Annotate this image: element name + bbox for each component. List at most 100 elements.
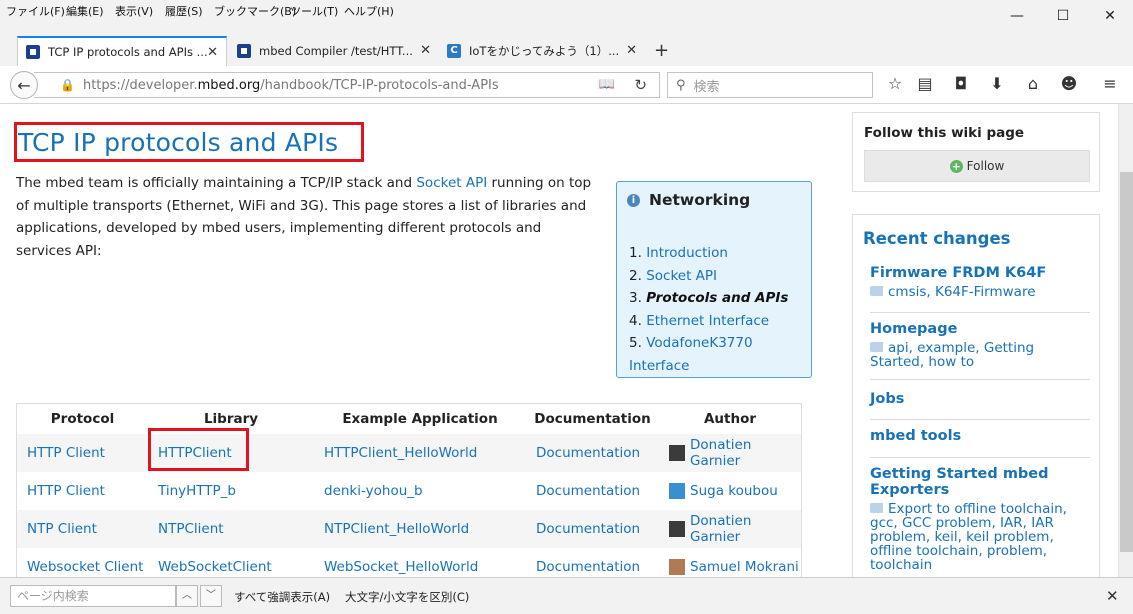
library-cell[interactable]: NTPClient (148, 510, 314, 548)
hamburger-menu-icon[interactable]: ≡ (1098, 74, 1122, 96)
info-icon: i (627, 193, 640, 207)
plus-icon: + (949, 159, 963, 173)
home-icon[interactable]: ⌂ (1021, 74, 1045, 96)
tag-icon (870, 342, 883, 352)
menu-edit[interactable]: 編集(E) (66, 3, 104, 19)
nav-bar: 🔒 https://developer.mbed.org/handbook/TC… (0, 66, 1133, 104)
menu-history[interactable]: 履歴(S) (165, 3, 203, 19)
new-tab-button[interactable]: + (654, 40, 669, 61)
follow-button[interactable]: + Follow (864, 150, 1090, 182)
recent-item[interactable]: mbed tools (870, 428, 1090, 458)
documentation-cell[interactable]: Documentation (526, 434, 659, 472)
recent-item[interactable]: Jobs (870, 391, 1090, 420)
tab-close-icon[interactable]: ✕ (207, 45, 218, 60)
author-name[interactable]: Suga koubou (690, 483, 778, 499)
menu-bookmarks[interactable]: ブックマーク(B) (214, 3, 296, 19)
example-cell[interactable]: HTTPClient_HelloWorld (314, 434, 526, 472)
tab-close-icon[interactable]: ✕ (420, 43, 431, 58)
author-name[interactable]: Donatien Garnier (690, 437, 801, 469)
documentation-cell[interactable]: Documentation (526, 472, 659, 510)
reader-view-icon[interactable]: 📖 (599, 77, 615, 92)
example-cell[interactable]: NTPClient_HelloWorld (314, 510, 526, 548)
socket-api-link[interactable]: Socket API (416, 175, 487, 191)
follow-label: Follow this wiki page (864, 125, 1025, 141)
networking-list: 1. Introduction 2. Socket API 3. Protoco… (629, 242, 811, 377)
avatar (669, 559, 685, 575)
follow-panel: Follow this wiki page + Follow (852, 112, 1100, 192)
networking-item[interactable]: 2. Socket API (629, 265, 811, 288)
recent-item[interactable]: Getting Started mbed Exporters Export to… (870, 466, 1090, 577)
protocol-cell[interactable]: NTP Client (17, 510, 148, 548)
recent-changes-title: Recent changes (863, 229, 1011, 248)
smiley-icon[interactable]: ☻ (1057, 74, 1081, 96)
library-highlight-box (148, 428, 249, 471)
table-row: HTTP Client HTTPClient HTTPClient_HelloWor… (17, 434, 801, 472)
page-scrollbar[interactable] (1118, 104, 1133, 577)
col-protocol: Protocol (50, 411, 115, 427)
mbed-favicon-icon (237, 44, 251, 58)
url-bar[interactable]: 🔒 https://developer.mbed.org/handbook/TC… (34, 72, 660, 98)
author-cell[interactable]: Samuel Mokrani (659, 548, 801, 577)
recent-item[interactable]: Firmware FRDM K64F cmsis, K64F-Firmware (870, 265, 1090, 313)
tab-close-icon[interactable]: ✕ (626, 43, 637, 58)
table-body: HTTP Client HTTPClient HTTPClient_HelloWor… (17, 434, 801, 577)
networking-item-current: 3. Protocols and APIs (629, 290, 789, 306)
search-icon: ⚲ (676, 77, 686, 93)
author-cell[interactable]: Suga koubou (659, 472, 801, 510)
find-bar: ページ内検索 ︿ ﹀ すべて強調表示(A) 大文字/小文字を区別(C) ✕ (0, 577, 1133, 614)
page-content: TCP IP protocols and APIs The mbed team … (0, 104, 1118, 577)
networking-item[interactable]: 1. Introduction (629, 242, 811, 265)
find-previous-button[interactable]: ︿ (176, 585, 198, 607)
table-row: HTTP Client TinyHTTP_b denki-yohou_b Docume… (17, 472, 801, 510)
protocol-cell[interactable]: Websocket Client (17, 548, 148, 577)
documentation-cell[interactable]: Documentation (526, 510, 659, 548)
author-cell[interactable]: Donatien Garnier (659, 434, 801, 472)
reading-list-icon[interactable]: ▤ (913, 74, 937, 96)
example-cell[interactable]: denki-yohou_b (314, 472, 526, 510)
author-cell[interactable]: Donatien Garnier (659, 510, 801, 548)
author-name[interactable]: Samuel Mokrani (690, 559, 799, 575)
reload-icon[interactable]: ↻ (634, 76, 647, 94)
find-next-button[interactable]: ﹀ (200, 585, 222, 607)
protocol-cell[interactable]: HTTP Client (17, 434, 148, 472)
col-documentation: Documentation (534, 411, 651, 427)
recent-changes-panel: Recent changes Firmware FRDM K64F cmsis,… (852, 214, 1100, 577)
library-cell[interactable]: WebSocketClient (148, 548, 314, 577)
networking-item[interactable]: 5. VodafoneK3770 Interface (629, 332, 811, 377)
back-button[interactable]: ← (10, 71, 38, 99)
library-cell[interactable]: TinyHTTP_b (148, 472, 314, 510)
match-case-toggle[interactable]: 大文字/小文字を区別(C) (345, 589, 469, 605)
col-example: Example Application (342, 411, 498, 427)
tag-icon (870, 286, 883, 296)
networking-item[interactable]: 4. Ethernet Interface (629, 310, 811, 333)
bookmark-star-icon[interactable]: ☆ (883, 74, 907, 96)
tab-title: IoTをかじってみよう（1）... (469, 44, 620, 58)
find-close-icon[interactable]: ✕ (1106, 587, 1119, 605)
example-cell[interactable]: WebSocket_HelloWorld (314, 548, 526, 577)
documentation-cell[interactable]: Documentation (526, 548, 659, 577)
menu-help[interactable]: ヘルプ(H) (344, 3, 394, 19)
pocket-icon[interactable]: ◘ (949, 74, 973, 96)
tab-iot[interactable]: C IoTをかじってみよう（1）... ✕ (439, 36, 645, 66)
highlight-all-toggle[interactable]: すべて強調表示(A) (234, 589, 330, 605)
tab-strip: TCP IP protocols and APIs ... ✕ mbed Com… (0, 22, 1133, 66)
search-bar[interactable]: ⚲ 検索 (667, 72, 873, 98)
recent-item[interactable]: Homepage api, example, Getting Started, … (870, 321, 1090, 380)
author-name[interactable]: Donatien Garnier (690, 513, 801, 545)
col-author: Author (703, 411, 757, 427)
scroll-thumb[interactable] (1120, 172, 1133, 552)
menu-tools[interactable]: ツール(T) (290, 3, 338, 19)
protocol-cell[interactable]: HTTP Client (17, 472, 148, 510)
avatar (669, 483, 685, 499)
networking-title: Networking (649, 191, 751, 209)
mbed-favicon-icon (26, 45, 40, 59)
back-arrow-icon: ← (17, 75, 31, 95)
menu-view[interactable]: 表示(V) (115, 3, 153, 19)
intro-text: The mbed team is officially maintaining … (16, 175, 592, 259)
menu-file[interactable]: ファイル(F) (6, 3, 65, 19)
lock-icon: 🔒 (60, 78, 75, 92)
tab-tcp-ip[interactable]: TCP IP protocols and APIs ... ✕ (17, 36, 227, 66)
download-icon[interactable]: ⬇ (985, 74, 1009, 96)
tab-mbed-compiler[interactable]: mbed Compiler /test/HTT... ✕ (229, 36, 439, 66)
find-input[interactable]: ページ内検索 (10, 585, 176, 607)
